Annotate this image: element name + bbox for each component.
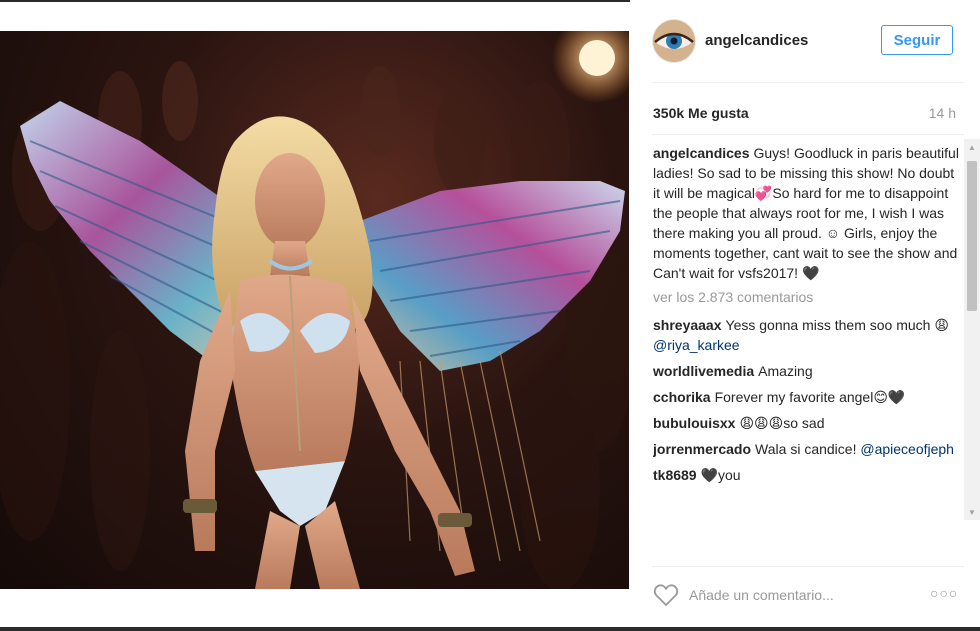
comment-text: 😩😩😩so sad	[739, 415, 825, 431]
list-item: tk8689 🖤you	[653, 465, 959, 485]
like-count[interactable]: 350k Me gusta	[653, 105, 749, 121]
heart-outline-icon[interactable]	[653, 583, 679, 607]
actions-divider	[652, 566, 964, 567]
avatar-eye-icon	[653, 20, 695, 62]
post-caption: angelcandices Guys! Goodluck in paris bea…	[653, 143, 959, 283]
comment-text: 🖤you	[700, 467, 741, 483]
load-more-comments-link[interactable]: ver los 2.873 comentarios	[653, 287, 959, 307]
post-details-panel: angelcandices Seguir 350k Me gusta 14 h …	[630, 0, 980, 627]
comment-mention[interactable]: @apieceofjeph	[860, 441, 954, 457]
follow-button[interactable]: Seguir	[881, 25, 953, 55]
comment-username[interactable]: worldlivemedia	[653, 363, 754, 379]
list-item: shreyaaax Yess gonna miss them soo much 😩…	[653, 315, 959, 355]
list-item: bubulouisxx 😩😩😩so sad	[653, 413, 959, 433]
caption-username[interactable]: angelcandices	[653, 145, 750, 161]
comments-scrollbar[interactable]: ▲ ▼	[964, 139, 980, 520]
more-options-icon[interactable]: ○○○	[930, 585, 958, 601]
post-author-username[interactable]: angelcandices	[705, 32, 808, 49]
list-item: worldlivemedia Amazing	[653, 361, 959, 381]
comment-username[interactable]: cchorika	[653, 389, 711, 405]
header-divider	[652, 82, 964, 83]
comment-mention[interactable]: @riya_karkee	[653, 337, 740, 353]
comment-username[interactable]: tk8689	[653, 467, 697, 483]
comment-username[interactable]: shreyaaax	[653, 317, 722, 333]
scroll-down-arrow-icon[interactable]: ▼	[964, 504, 980, 520]
list-item: jorrenmercado Wala si candice! @apieceofj…	[653, 439, 959, 459]
post-header: angelcandices Seguir	[630, 0, 980, 82]
scrollbar-thumb[interactable]	[967, 161, 977, 311]
comment-username[interactable]: jorrenmercado	[653, 441, 751, 457]
add-comment-input[interactable]	[689, 585, 919, 605]
avatar[interactable]	[652, 19, 696, 63]
comments-list: angelcandices Guys! Goodluck in paris bea…	[653, 143, 959, 519]
comment-text: Amazing	[758, 363, 813, 379]
list-item: cchorika Forever my favorite angel😊🖤	[653, 387, 959, 407]
post-photo[interactable]	[0, 31, 629, 589]
caption-text: Guys! Goodluck in paris beautiful ladies…	[653, 145, 959, 281]
scroll-up-arrow-icon[interactable]: ▲	[964, 139, 980, 155]
comment-text: Wala si candice!	[755, 441, 861, 457]
post-photo-illustration	[0, 31, 629, 589]
post-timestamp[interactable]: 14 h	[929, 105, 956, 121]
comment-text: Forever my favorite angel😊🖤	[714, 389, 906, 405]
comment-username[interactable]: bubulouisxx	[653, 415, 735, 431]
comment-text: Yess gonna miss them soo much 😩	[725, 317, 949, 333]
window-bottom-border	[0, 627, 980, 631]
likes-divider	[652, 134, 964, 135]
